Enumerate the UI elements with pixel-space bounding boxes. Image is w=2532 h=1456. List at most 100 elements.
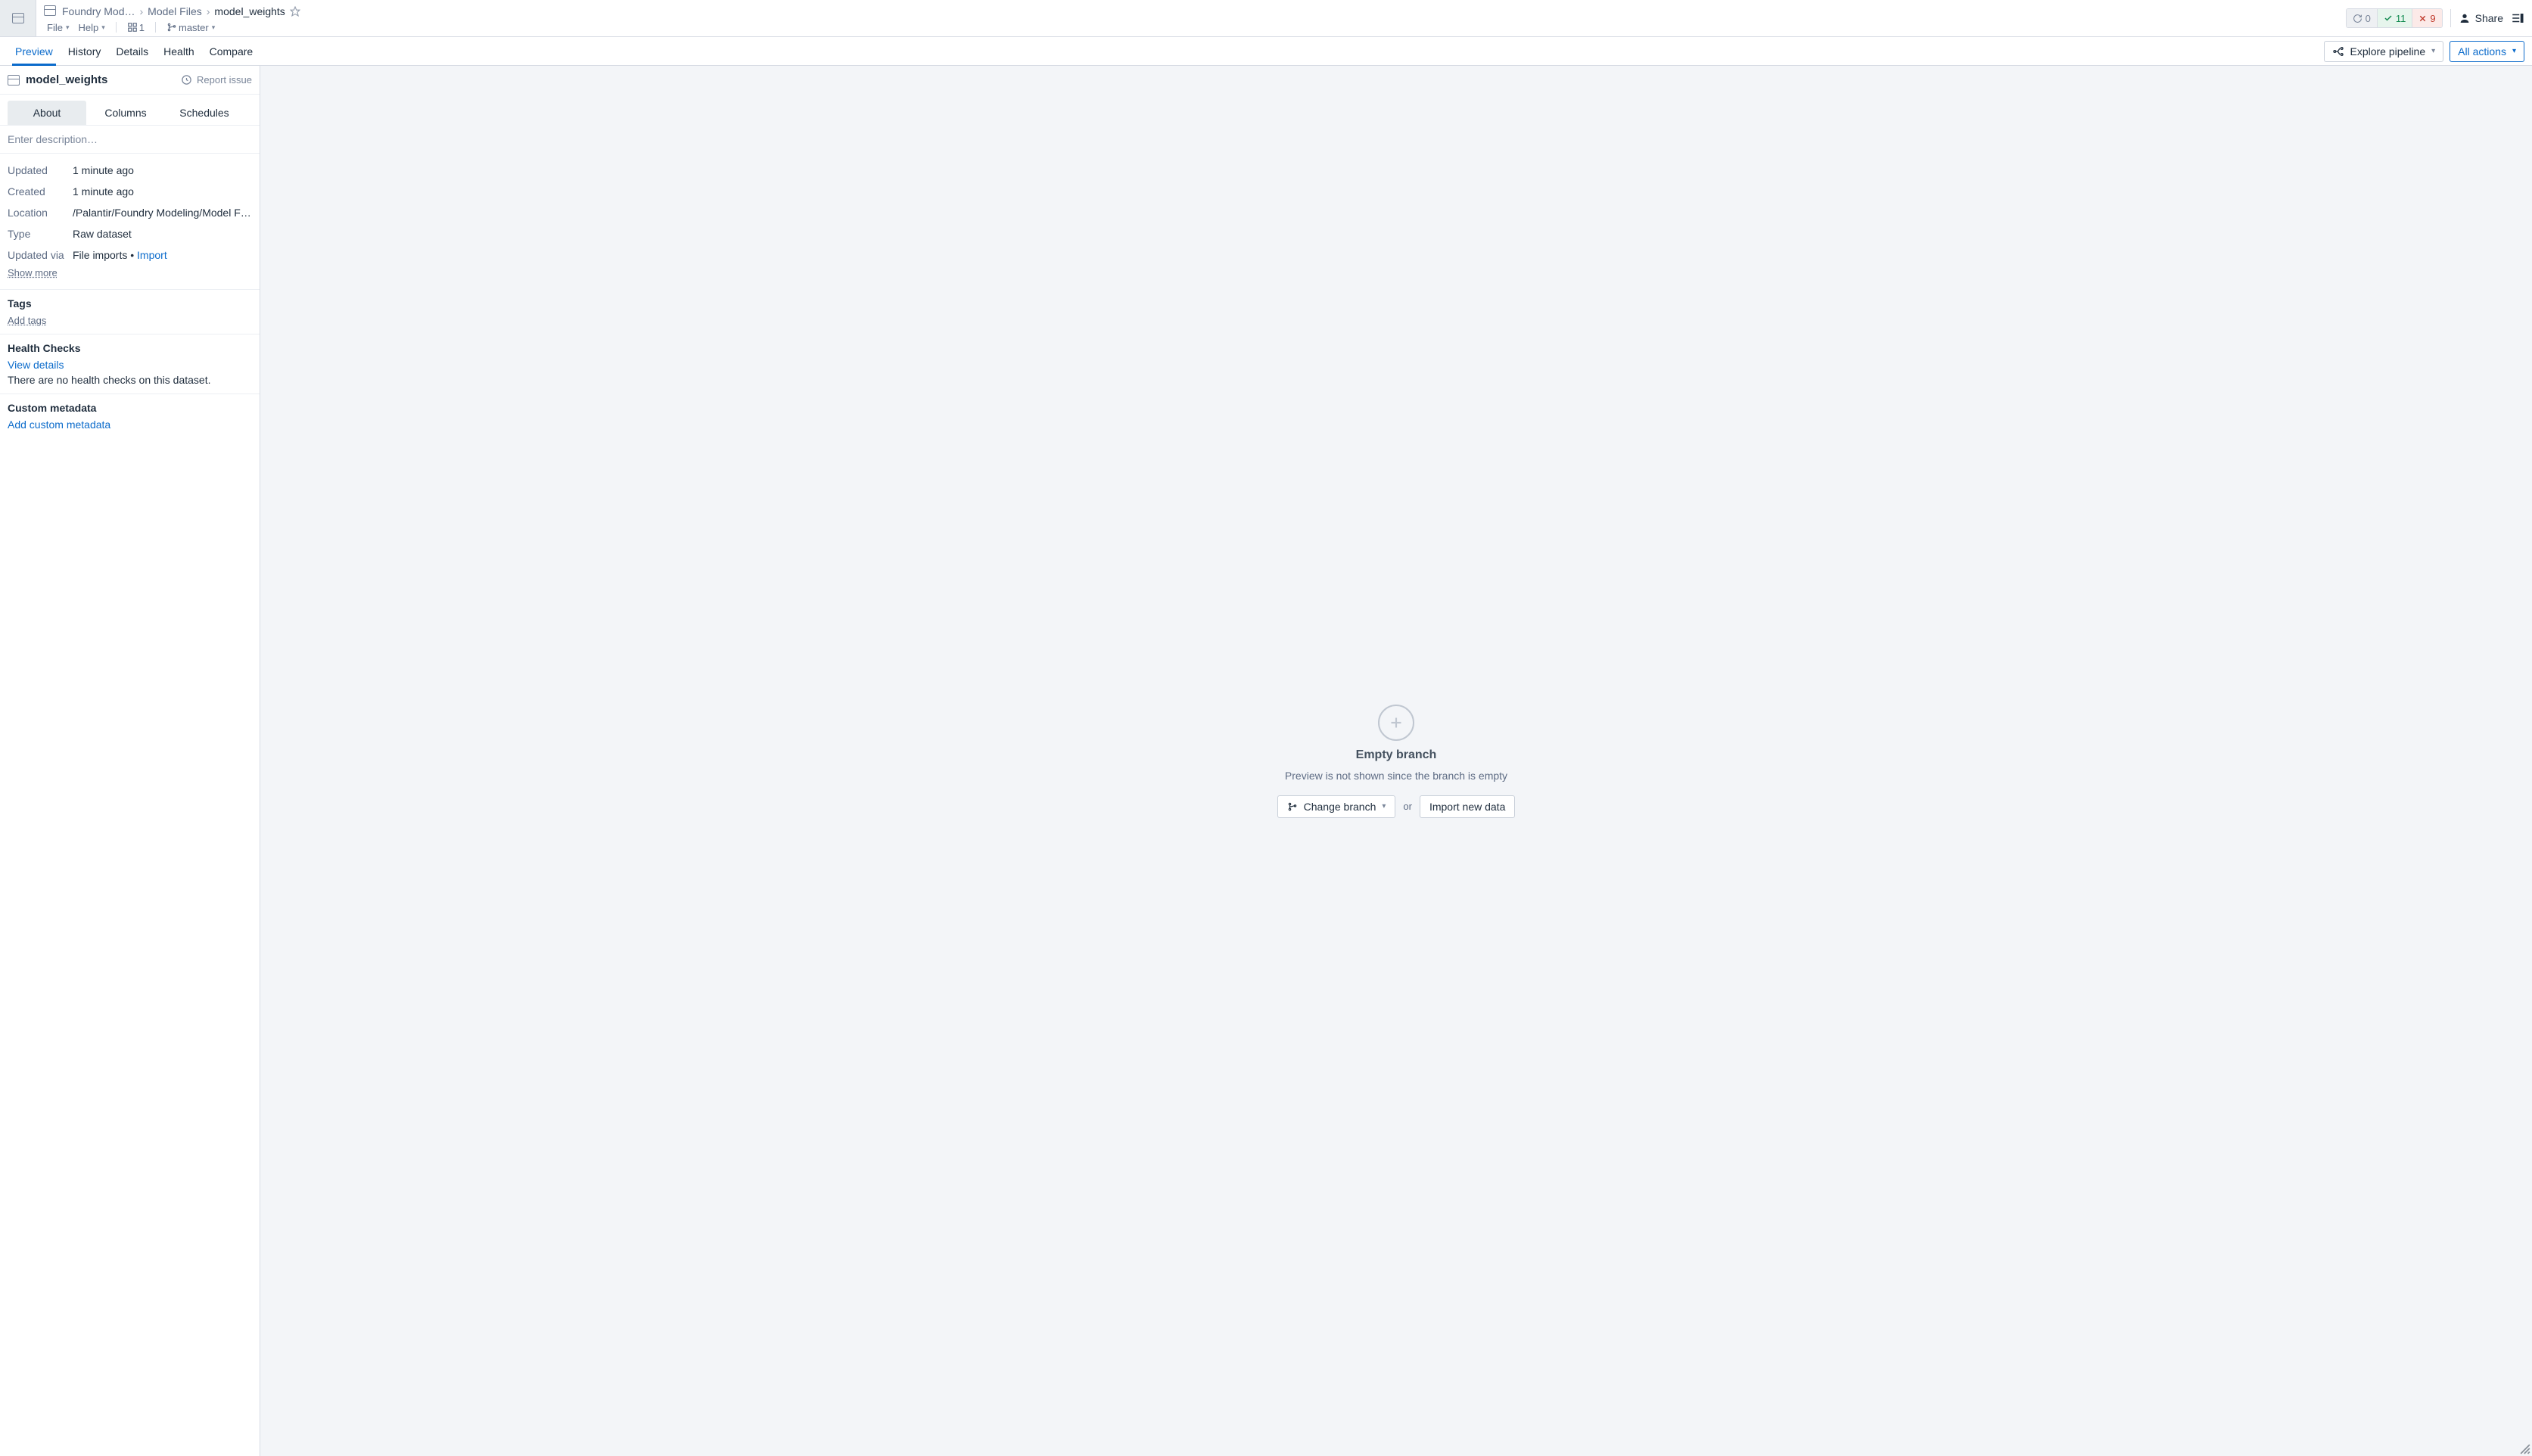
menu-help-label: Help [78, 22, 98, 33]
custom-meta-heading: Custom metadata [8, 402, 252, 414]
menu-file-label: File [47, 22, 63, 33]
branch-name: master [179, 22, 209, 33]
pipeline-icon [2332, 45, 2344, 58]
menubar: File▾ Help▾ 1 master ▾ [36, 20, 2338, 36]
import-new-label: Import new data [1429, 801, 1505, 813]
report-issue-link[interactable]: Report issue [181, 74, 252, 86]
panel-toggle-icon[interactable] [2511, 11, 2524, 25]
empty-state: Empty branch Preview is not shown since … [1277, 705, 1516, 818]
subtab-schedules[interactable]: Schedules [165, 101, 244, 125]
view-details-link[interactable]: View details [8, 359, 64, 371]
all-actions-label: All actions [2458, 45, 2506, 58]
health-heading: Health Checks [8, 342, 252, 354]
tags-heading: Tags [8, 297, 252, 310]
breadcrumb-item[interactable]: Foundry Mod… [62, 5, 135, 17]
sidebar-title: model_weights [26, 73, 107, 86]
topbar-main: Foundry Mod… › Model Files › model_weigh… [36, 0, 2338, 36]
updated-via-text: File imports [73, 249, 127, 261]
meta-updated-via: Updated via File imports • Import [8, 244, 252, 266]
dataset-icon [8, 75, 20, 86]
refresh-icon [2353, 14, 2362, 23]
change-branch-button[interactable]: Change branch ▾ [1277, 795, 1396, 818]
branch-icon [1287, 801, 1298, 812]
import-new-data-button[interactable]: Import new data [1420, 795, 1515, 818]
separator [2450, 9, 2451, 27]
topbar-right: 0 11 9 Share [2338, 0, 2532, 36]
caret-down-icon: ▾ [101, 23, 105, 32]
meta-key: Location [8, 207, 73, 219]
meta-type: Type Raw dataset [8, 223, 252, 244]
or-text: or [1403, 801, 1412, 812]
view-count-value: 1 [139, 22, 145, 33]
status-sync[interactable]: 0 [2347, 9, 2378, 27]
meta-key: Created [8, 185, 73, 198]
resize-handle-icon[interactable] [2520, 1444, 2530, 1454]
clock-plus-icon [181, 74, 192, 86]
app-icon[interactable] [0, 0, 36, 36]
empty-actions: Change branch ▾ or Import new data [1277, 795, 1516, 818]
sidebar: model_weights Report issue About Columns… [0, 66, 260, 1456]
status-err[interactable]: 9 [2412, 9, 2441, 27]
status-ok[interactable]: 11 [2378, 9, 2413, 27]
tab-history[interactable]: History [61, 37, 109, 65]
branch-icon [166, 22, 177, 33]
user-icon [2459, 12, 2471, 24]
plus-circle-icon [1378, 705, 1414, 741]
explore-pipeline-button[interactable]: Explore pipeline ▾ [2324, 41, 2444, 62]
check-icon [2384, 14, 2393, 23]
meta-created: Created 1 minute ago [8, 181, 252, 202]
meta-block: Updated 1 minute ago Created 1 minute ag… [0, 153, 260, 289]
caret-down-icon: ▾ [2512, 47, 2516, 55]
breadcrumb-current[interactable]: model_weights [214, 5, 285, 17]
separator [116, 22, 117, 33]
view-count[interactable]: 1 [124, 22, 148, 33]
caret-down-icon: ▾ [1382, 802, 1386, 810]
sidebar-subtabs: About Columns Schedules [0, 95, 260, 126]
share-label: Share [2475, 12, 2503, 24]
description-input[interactable]: Enter description… [0, 126, 260, 153]
subtab-about[interactable]: About [8, 101, 86, 125]
page-tabs: Preview History Details Health Compare E… [0, 37, 2532, 66]
tab-preview[interactable]: Preview [8, 37, 61, 65]
all-actions-button[interactable]: All actions ▾ [2450, 41, 2524, 62]
breadcrumb-item[interactable]: Model Files [148, 5, 202, 17]
meta-value: /Palantir/Foundry Modeling/Model Files/m… [73, 207, 252, 219]
report-issue-label: Report issue [197, 74, 252, 86]
tab-compare[interactable]: Compare [202, 37, 261, 65]
meta-updated: Updated 1 minute ago [8, 160, 252, 181]
chevron-right-icon: › [139, 5, 143, 17]
menu-file[interactable]: File▾ [44, 22, 72, 33]
meta-key: Type [8, 228, 73, 240]
tags-section: Tags Add tags [0, 289, 260, 334]
tab-details[interactable]: Details [108, 37, 156, 65]
health-section: Health Checks View details There are no … [0, 334, 260, 394]
change-branch-label: Change branch [1304, 801, 1376, 813]
add-custom-meta-link[interactable]: Add custom metadata [8, 418, 110, 431]
meta-location: Location /Palantir/Foundry Modeling/Mode… [8, 202, 252, 223]
import-link[interactable]: Import [137, 249, 167, 261]
caret-down-icon: ▾ [2431, 47, 2435, 55]
sidebar-title-row: model_weights Report issue [0, 66, 260, 95]
tab-health[interactable]: Health [156, 37, 201, 65]
branch-selector[interactable]: master ▾ [163, 22, 218, 33]
add-tags-link[interactable]: Add tags [8, 315, 46, 326]
menu-help[interactable]: Help▾ [75, 22, 107, 33]
status-sync-count: 0 [2366, 13, 2371, 24]
separator [155, 22, 156, 33]
caret-down-icon: ▾ [212, 23, 216, 32]
meta-value: 1 minute ago [73, 164, 252, 176]
main: model_weights Report issue About Columns… [0, 66, 2532, 1456]
status-ok-count: 11 [2396, 13, 2406, 24]
subtab-columns[interactable]: Columns [86, 101, 165, 125]
empty-title: Empty branch [1356, 748, 1437, 762]
meta-key: Updated [8, 164, 73, 176]
status-group: 0 11 9 [2346, 8, 2443, 28]
meta-value: Raw dataset [73, 228, 252, 240]
star-icon[interactable] [290, 6, 300, 17]
explore-pipeline-label: Explore pipeline [2350, 45, 2426, 58]
show-more-link[interactable]: Show more [8, 266, 252, 283]
custom-metadata-section: Custom metadata Add custom metadata [0, 394, 260, 438]
dot: • [127, 249, 137, 261]
topbar: Foundry Mod… › Model Files › model_weigh… [0, 0, 2532, 37]
share-button[interactable]: Share [2459, 12, 2503, 24]
